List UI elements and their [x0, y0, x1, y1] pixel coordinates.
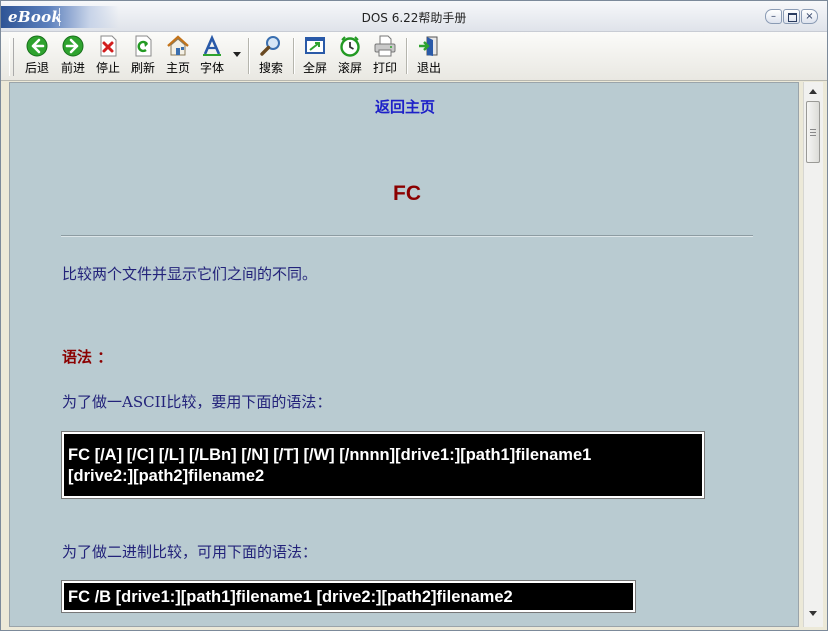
forward-button[interactable]: 前进 [57, 35, 89, 77]
scroll-clock-icon [340, 36, 360, 57]
fullscreen-icon [305, 37, 325, 54]
close-button[interactable]: × [801, 9, 818, 24]
font-button[interactable]: 字体 [196, 35, 228, 77]
back-label: 后退 [24, 61, 49, 75]
home-button[interactable]: 主页 [162, 35, 194, 77]
back-arrow-icon [26, 35, 48, 57]
refresh-label: 刷新 [130, 61, 155, 75]
forward-label: 前进 [60, 61, 85, 75]
syntax-heading: 语法 ： [62, 348, 113, 366]
ascii-intro-text: 为了做一ASCII比较，要用下面的语法： [62, 393, 332, 411]
document-view[interactable]: 返回主页 FC 比较两个文件并显示它们之间的不同。 语法 ： 为了做一ASCII… [9, 82, 799, 627]
ebook-window: eBook DOS 6.22帮助手册 – × 后退 前进 停止 刷新 主页 字体… [0, 0, 828, 631]
font-icon [203, 35, 221, 56]
thumb-grip-line [810, 129, 816, 130]
fullscreen-button[interactable]: 全屏 [298, 35, 332, 77]
binary-syntax-line: FC /B [drive1:][path1]filename1 [drive2:… [68, 588, 513, 606]
return-home-link[interactable]: 返回主页 [10, 96, 798, 117]
toolbar-grip[interactable] [9, 38, 14, 76]
thumb-grip-line [810, 132, 816, 133]
maximize-icon [788, 13, 797, 22]
autoscroll-button[interactable]: 滚屏 [334, 35, 366, 77]
search-icon [260, 36, 280, 56]
refresh-icon [135, 35, 152, 57]
refresh-button[interactable]: 刷新 [127, 35, 159, 77]
stop-icon [100, 35, 117, 57]
ascii-syntax-codebox: FC [/A] [/C] [/L] [/LBn] [/N] [/T] [/W] … [62, 432, 704, 498]
stop-button[interactable]: 停止 [92, 35, 124, 77]
scroll-down-arrow-icon[interactable] [809, 611, 817, 616]
toolbar-divider [406, 38, 408, 74]
window-title: DOS 6.22帮助手册 [361, 11, 467, 25]
maximize-button[interactable] [783, 9, 800, 24]
toolbar: 后退 前进 停止 刷新 主页 字体 搜索 全屏 滚屏 打印 退出 [1, 32, 827, 81]
home-icon [167, 35, 189, 56]
printer-icon [374, 35, 396, 57]
exit-icon [419, 36, 438, 56]
home-label: 主页 [165, 61, 190, 75]
scroll-up-arrow-icon[interactable] [809, 89, 817, 94]
binary-syntax-codebox: FC /B [drive1:][path1]filename1 [drive2:… [62, 581, 635, 612]
binary-intro-text: 为了做二进制比较，可用下面的语法： [62, 543, 318, 561]
ascii-syntax-line-1: FC [/A] [/C] [/L] [/LBn] [/N] [/T] [/W] … [68, 446, 592, 464]
stop-label: 停止 [95, 61, 120, 75]
exit-button[interactable]: 退出 [413, 35, 445, 77]
close-icon: × [805, 11, 814, 22]
command-title: FC [393, 182, 421, 205]
toolbar-divider [248, 38, 250, 74]
exit-label: 退出 [416, 61, 441, 75]
command-description: 比较两个文件并显示它们之间的不同。 [62, 265, 318, 283]
forward-arrow-icon [62, 35, 84, 57]
vertical-scrollbar[interactable] [803, 82, 823, 627]
minimize-button[interactable]: – [765, 9, 782, 24]
horizontal-rule [61, 235, 753, 237]
title-bar[interactable]: eBook DOS 6.22帮助手册 – × [1, 1, 827, 32]
print-button[interactable]: 打印 [369, 35, 401, 77]
minimize-icon: – [771, 11, 776, 22]
fullscreen-label: 全屏 [302, 61, 327, 75]
autoscroll-label: 滚屏 [337, 61, 362, 75]
print-label: 打印 [372, 61, 397, 75]
toolbar-divider [293, 38, 295, 74]
ascii-syntax-line-2: [drive2:][path2]filename2 [68, 467, 265, 485]
back-button[interactable]: 后退 [21, 35, 53, 77]
font-dropdown-chevron-icon[interactable] [233, 52, 241, 57]
font-label: 字体 [199, 61, 224, 75]
scrollbar-thumb[interactable] [806, 101, 820, 163]
search-button[interactable]: 搜索 [255, 35, 287, 77]
thumb-grip-line [810, 135, 816, 136]
search-label: 搜索 [258, 61, 283, 75]
